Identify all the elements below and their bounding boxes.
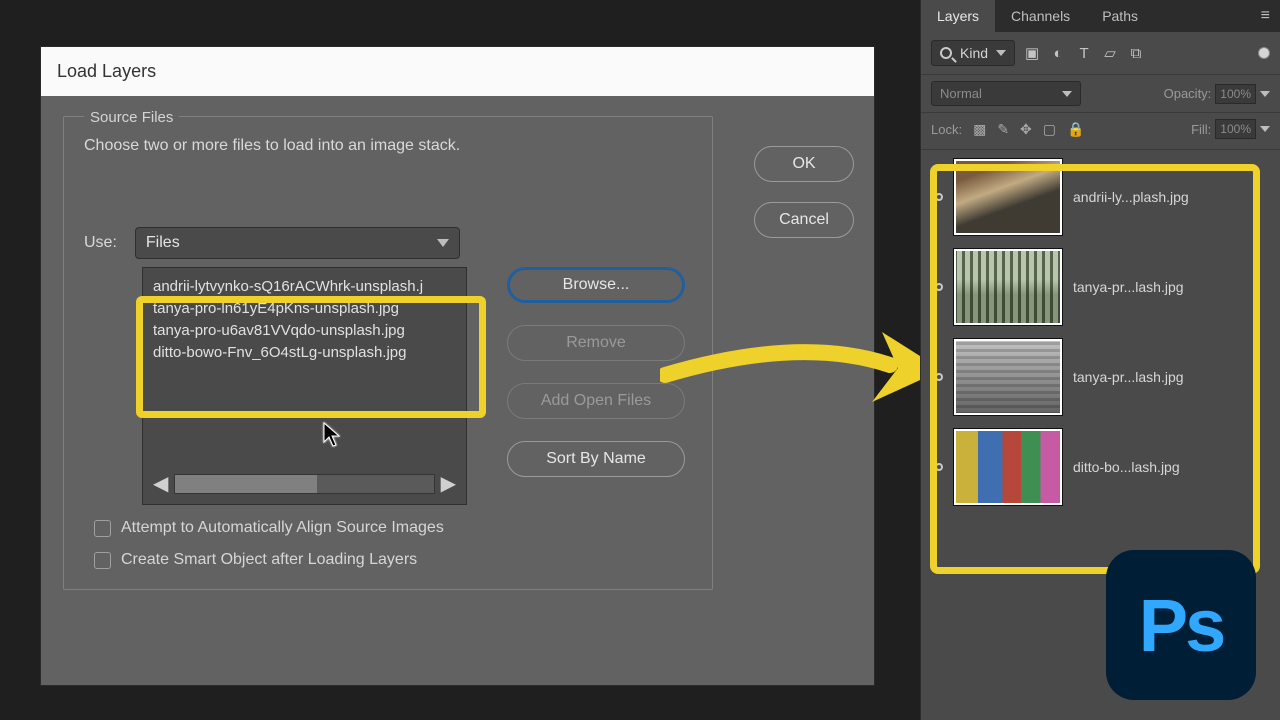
- lock-position-icon[interactable]: ✥: [1020, 121, 1032, 138]
- chevron-down-icon: [437, 239, 449, 247]
- file-item[interactable]: andrii-lytvynko-sQ16rACWhrk-unsplash.j: [153, 276, 456, 298]
- chevron-down-icon: [1260, 91, 1270, 97]
- ok-button[interactable]: OK: [754, 146, 854, 182]
- listbox-scrollbar[interactable]: ◀ ▶: [153, 471, 456, 496]
- filter-adjustment-icon[interactable]: ◐: [1049, 45, 1067, 62]
- use-label: Use:: [84, 234, 117, 252]
- layer-row[interactable]: tanya-pr...lash.jpg: [925, 246, 1274, 328]
- file-item[interactable]: tanya-pro-u6av81VVqdo-unsplash.jpg: [153, 320, 456, 342]
- file-buttons-column: Browse... Remove Add Open Files Sort By …: [507, 267, 685, 505]
- scrollbar-track[interactable]: [174, 474, 434, 494]
- layer-thumbnail[interactable]: [953, 428, 1063, 506]
- lock-label: Lock:: [931, 122, 962, 137]
- lock-pixels-icon[interactable]: ✎: [997, 121, 1009, 138]
- use-dropdown[interactable]: Files: [135, 227, 460, 259]
- file-listbox[interactable]: andrii-lytvynko-sQ16rACWhrk-unsplash.j t…: [142, 267, 467, 505]
- opacity-label: Opacity:: [1164, 86, 1212, 101]
- blend-row: Normal Opacity: 100%: [921, 75, 1280, 113]
- layer-filter-row: Kind ▣ ◐ T ▱ ⧉: [921, 32, 1280, 75]
- filter-kind-dropdown[interactable]: Kind: [931, 40, 1015, 66]
- smart-object-checkbox-label: Create Smart Object after Loading Layers: [121, 551, 417, 569]
- chevron-down-icon: [1062, 91, 1072, 97]
- file-area: andrii-lytvynko-sQ16rACWhrk-unsplash.j t…: [142, 267, 692, 505]
- tab-paths[interactable]: Paths: [1086, 0, 1154, 32]
- layer-row[interactable]: ditto-bo...lash.jpg: [925, 426, 1274, 508]
- photoshop-logo: Ps: [1106, 550, 1256, 700]
- visibility-icon[interactable]: [935, 463, 943, 471]
- scroll-left-icon[interactable]: ◀: [153, 471, 168, 496]
- filter-pixel-icon[interactable]: ▣: [1023, 44, 1041, 62]
- opacity-value[interactable]: 100%: [1215, 84, 1256, 104]
- cursor-icon: [323, 422, 343, 454]
- blend-mode-value: Normal: [940, 86, 982, 101]
- dialog-side-buttons: OK Cancel: [754, 146, 854, 238]
- blend-mode-dropdown[interactable]: Normal: [931, 81, 1081, 106]
- remove-button[interactable]: Remove: [507, 325, 685, 361]
- layer-row[interactable]: andrii-ly...plash.jpg: [925, 156, 1274, 238]
- align-checkbox[interactable]: [94, 520, 111, 537]
- smart-object-checkbox[interactable]: [94, 552, 111, 569]
- add-open-files-button[interactable]: Add Open Files: [507, 383, 685, 419]
- align-checkbox-row[interactable]: Attempt to Automatically Align Source Im…: [94, 519, 692, 537]
- panel-tabs: Layers Channels Paths ≡: [921, 0, 1280, 32]
- use-row: Use: Files: [84, 227, 692, 259]
- layer-name[interactable]: ditto-bo...lash.jpg: [1073, 459, 1180, 475]
- fill-label: Fill:: [1191, 122, 1211, 137]
- lock-all-icon[interactable]: 🔒: [1067, 121, 1084, 138]
- fill-value[interactable]: 100%: [1215, 119, 1256, 139]
- visibility-icon[interactable]: [935, 283, 943, 291]
- visibility-icon[interactable]: [935, 373, 943, 381]
- chevron-down-icon: [1260, 126, 1270, 132]
- smart-object-checkbox-row[interactable]: Create Smart Object after Loading Layers: [94, 551, 692, 569]
- fieldset-legend: Source Files: [84, 109, 179, 126]
- filter-smartobject-icon[interactable]: ⧉: [1127, 45, 1145, 62]
- file-lines: andrii-lytvynko-sQ16rACWhrk-unsplash.j t…: [153, 276, 456, 364]
- sort-by-name-button[interactable]: Sort By Name: [507, 441, 685, 477]
- lock-artboard-icon[interactable]: ▢: [1043, 121, 1056, 138]
- cancel-button[interactable]: Cancel: [754, 202, 854, 238]
- align-checkbox-label: Attempt to Automatically Align Source Im…: [121, 519, 444, 537]
- layer-name[interactable]: tanya-pr...lash.jpg: [1073, 369, 1184, 385]
- panel-menu-icon[interactable]: ≡: [1251, 7, 1280, 25]
- photoshop-logo-text: Ps: [1139, 583, 1224, 668]
- layers-list: andrii-ly...plash.jpg tanya-pr...lash.jp…: [921, 150, 1280, 508]
- file-item[interactable]: tanya-pro-ln61yE4pKns-unsplash.jpg: [153, 298, 456, 320]
- visibility-icon[interactable]: [935, 193, 943, 201]
- dialog-title: Load Layers: [41, 47, 874, 96]
- filter-shape-icon[interactable]: ▱: [1101, 44, 1119, 62]
- scroll-right-icon[interactable]: ▶: [441, 471, 456, 496]
- file-item[interactable]: ditto-bowo-Fnv_6O4stLg-unsplash.jpg: [153, 342, 456, 364]
- layer-thumbnail[interactable]: [953, 338, 1063, 416]
- fieldset-description: Choose two or more files to load into an…: [84, 137, 692, 155]
- filter-toggle-icon[interactable]: [1258, 47, 1270, 59]
- layer-name[interactable]: tanya-pr...lash.jpg: [1073, 279, 1184, 295]
- layer-thumbnail[interactable]: [953, 158, 1063, 236]
- layer-row[interactable]: tanya-pr...lash.jpg: [925, 336, 1274, 418]
- filter-kind-label: Kind: [960, 45, 988, 61]
- scrollbar-thumb[interactable]: [175, 475, 317, 493]
- load-layers-dialog: Load Layers Source Files Choose two or m…: [40, 46, 875, 686]
- dialog-body: Source Files Choose two or more files to…: [41, 96, 874, 686]
- tab-layers[interactable]: Layers: [921, 0, 995, 32]
- search-icon: [940, 47, 952, 59]
- use-dropdown-value: Files: [146, 234, 180, 252]
- layer-thumbnail[interactable]: [953, 248, 1063, 326]
- filter-type-icon[interactable]: T: [1075, 45, 1093, 62]
- tab-channels[interactable]: Channels: [995, 0, 1086, 32]
- source-files-fieldset: Source Files Choose two or more files to…: [63, 116, 713, 590]
- lock-transparency-icon[interactable]: ▩: [973, 121, 986, 138]
- layer-name[interactable]: andrii-ly...plash.jpg: [1073, 189, 1189, 205]
- browse-button[interactable]: Browse...: [507, 267, 685, 303]
- lock-row: Lock: ▩ ✎ ✥ ▢ 🔒 Fill: 100%: [921, 113, 1280, 150]
- chevron-down-icon: [996, 50, 1006, 56]
